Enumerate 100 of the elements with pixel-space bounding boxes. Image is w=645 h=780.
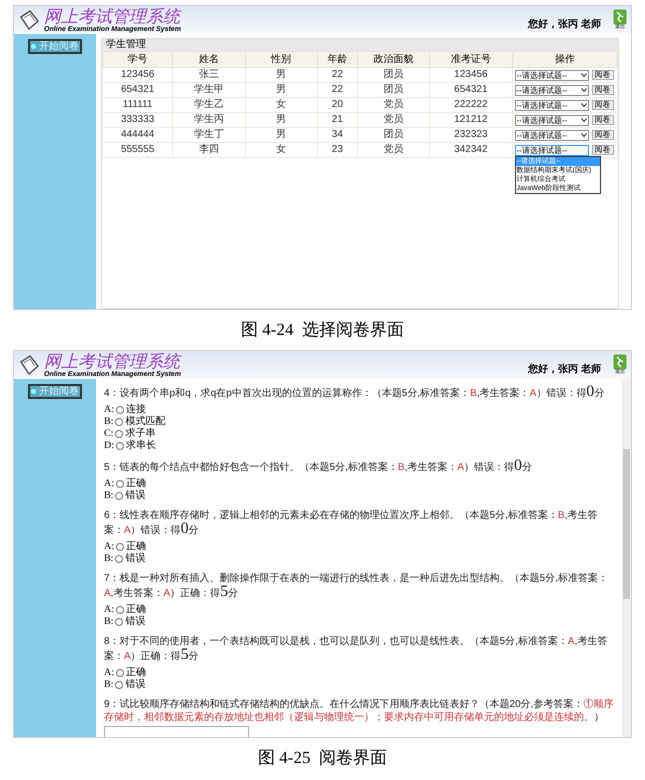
option-letter: B:	[104, 490, 114, 502]
scrollbar-thumb[interactable]	[623, 449, 630, 599]
caret-icon	[580, 103, 587, 107]
radio-button[interactable]	[116, 406, 124, 414]
option-letter: B:	[104, 616, 114, 628]
column-header: 操作	[512, 52, 618, 68]
option-text: 连接	[126, 404, 146, 416]
radio-button[interactable]	[115, 418, 124, 426]
table-cell: 123456	[430, 68, 512, 82]
column-header: 性别	[245, 52, 318, 68]
table-cell: 444444	[102, 128, 173, 142]
radio-button[interactable]	[116, 669, 124, 677]
question-text: 6：线性表在顺序存储时，逻辑上相邻的元素未必在存储的物理位置次序上相邻。（本题5分,标准答案：B,考生答案：A）错误：得0分	[104, 509, 598, 537]
option-text: 正确	[126, 604, 146, 616]
exit-icon[interactable]	[613, 9, 627, 25]
table-cell: 342342	[430, 142, 512, 158]
radio-button[interactable]	[115, 492, 124, 500]
question-text: 7：栈是一种对所有插入、删除操作限于在表的一端进行的线性表，是一种后进先出型结构。（本题5分,标准答案： A,考生答案：A）正确：得5分	[104, 572, 609, 600]
radio-button[interactable]	[115, 555, 124, 563]
exit-icon[interactable]	[613, 354, 627, 370]
exam-select[interactable]: --请选择试题--	[514, 84, 589, 96]
option-text: 正确	[126, 478, 146, 490]
option-letter: B:	[104, 679, 114, 691]
option-text: 错误	[125, 553, 146, 565]
column-header: 姓名	[172, 52, 246, 68]
option-letter: B:	[104, 416, 114, 428]
radio-button[interactable]	[116, 442, 124, 450]
bullet-icon	[31, 44, 36, 49]
radio-button[interactable]	[116, 480, 124, 488]
table-cell: 男	[245, 128, 318, 142]
grade-button[interactable]: 阅卷	[592, 130, 614, 140]
radio-button[interactable]	[116, 543, 124, 551]
grade-button[interactable]: 阅卷	[592, 115, 614, 125]
caret-icon	[580, 133, 587, 137]
option-letter: A:	[104, 604, 114, 616]
table-cell: 学生乙	[172, 98, 246, 112]
option-letter: A:	[104, 667, 114, 679]
radio-button[interactable]	[115, 430, 124, 438]
grade-button[interactable]: 阅卷	[592, 100, 614, 110]
table-cell: 34	[317, 128, 358, 142]
table-cell: 党员	[357, 98, 430, 112]
bullet-icon	[31, 389, 36, 394]
exam-select[interactable]: --请选择试题--	[514, 144, 589, 156]
option-text: 错误	[125, 616, 146, 628]
table-cell: 学生丁	[172, 128, 246, 142]
table-cell: 李四	[172, 142, 246, 158]
figure-caption: 图 4-24 选择阅卷界面	[241, 319, 404, 342]
table-cell: 22	[317, 82, 358, 98]
table-cell: 123456	[102, 68, 173, 82]
table-cell: 学生甲	[172, 82, 246, 98]
grade-button[interactable]: 阅卷	[592, 70, 614, 80]
question-text: 4：设有两个串p和q，求q在p中首次出现的位置的运算称作：（本题5分,标准答案：B,考生答案：A）错误：得0分	[104, 385, 606, 400]
app-title: 网上考试管理系统	[44, 8, 181, 26]
figure-caption: 图 4-25 阅卷界面	[258, 747, 387, 770]
table-cell: 121212	[430, 112, 512, 128]
exam-select[interactable]: --请选择试题--	[514, 70, 589, 80]
table-cell: 男	[245, 112, 318, 128]
option-letter: D:	[104, 440, 114, 452]
option-text: 错误	[125, 490, 146, 502]
radio-button[interactable]	[116, 606, 124, 614]
column-header: 政治面貌	[357, 52, 430, 68]
table-cell: 111111	[102, 98, 173, 112]
table-cell: 团员	[357, 68, 430, 82]
table-cell: 党员	[357, 112, 430, 128]
table-cell: 女	[245, 98, 318, 112]
greeting-text: 您好，张丙 老师	[528, 18, 601, 32]
option-text: 正确	[126, 541, 146, 553]
table-cell: 张三	[172, 68, 246, 82]
table-cell: 党员	[357, 142, 430, 158]
table-cell: 学生丙	[172, 112, 246, 128]
caret-icon	[580, 88, 587, 92]
caret-icon	[580, 118, 587, 122]
column-header: 准考证号	[430, 52, 512, 68]
table-cell: 男	[245, 82, 318, 98]
table-cell: 654321	[102, 82, 173, 98]
exam-select[interactable]: --请选择试题--	[514, 100, 589, 110]
exam-select[interactable]: --请选择试题--	[514, 130, 589, 140]
option-letter: C:	[104, 428, 114, 440]
app-title: 网上考试管理系统	[44, 352, 181, 370]
scrollbar[interactable]	[622, 379, 631, 737]
option-text: 正确	[126, 667, 146, 679]
table-cell: 21	[317, 112, 358, 128]
table-cell: 20	[317, 98, 358, 112]
radio-button[interactable]	[115, 618, 124, 626]
grade-button[interactable]: 阅卷	[592, 85, 614, 95]
grade-button[interactable]: 阅卷	[592, 145, 614, 155]
option-letter: B:	[104, 553, 114, 565]
question-text: 8：对于不同的使用者，一个表结构既可以是栈，也可以是队列，也可以是线性表。（本题5分,标准答案：A,考生答案：A）正确：得5分	[104, 635, 608, 663]
option-text: 求子串	[125, 428, 156, 440]
table-cell: 232323	[430, 128, 512, 142]
caret-icon	[580, 73, 587, 77]
table-cell: 23	[317, 142, 358, 158]
question-text: 9：试比较顺序存储结构和链式存储结构的优缺点。在什么情况下用顺序表比链表好？（本题20分,参考答案：①顺序存储时，相邻数据元素的存放地址也相邻（逻辑与物理统一）；要求内存中可用存储单元的地址必须是连续的。）	[104, 698, 614, 724]
option-letter: A:	[104, 404, 114, 416]
radio-button[interactable]	[115, 681, 124, 689]
table-cell: 22	[317, 68, 358, 82]
exam-select[interactable]: --请选择试题--	[514, 114, 589, 126]
table-cell: 333333	[102, 112, 173, 128]
table-cell: 555555	[102, 142, 173, 158]
table-cell: 222222	[430, 98, 512, 112]
